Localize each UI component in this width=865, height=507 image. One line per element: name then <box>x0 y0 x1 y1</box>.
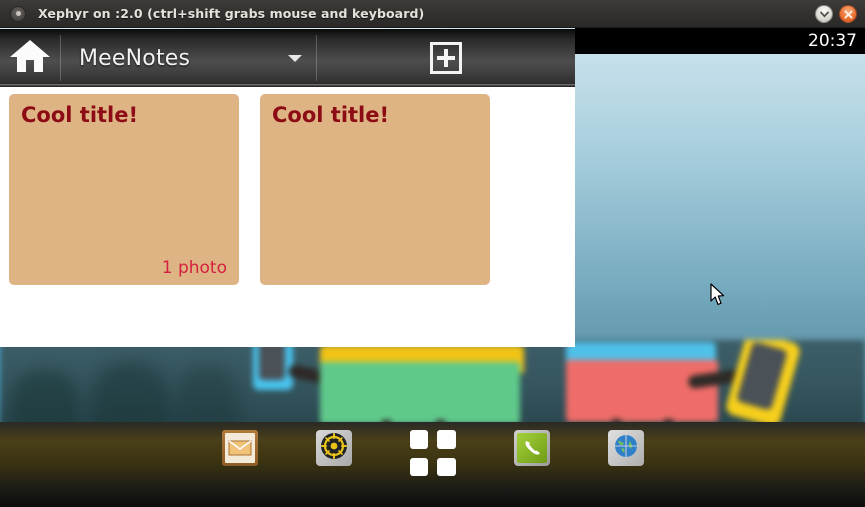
mail-envelope-icon <box>224 433 255 463</box>
app-header: MeeNotes <box>0 29 575 87</box>
plus-icon <box>437 49 455 67</box>
close-x-icon <box>843 9 853 19</box>
taskbar-item-settings[interactable] <box>315 430 352 466</box>
phone-handset-icon <box>516 433 547 463</box>
host-window-titlebar: Xephyr on :2.0 (ctrl+shift grabs mouse a… <box>0 0 865 28</box>
close-button[interactable] <box>839 5 857 23</box>
chevron-down-icon <box>288 54 302 62</box>
add-note-area <box>317 42 575 74</box>
taskbar-item-launcher[interactable] <box>409 430 456 476</box>
note-card[interactable]: Cool title! 1 photo <box>9 94 239 285</box>
note-title: Cool title! <box>272 103 390 127</box>
grid-four-squares-icon <box>437 430 456 449</box>
home-icon <box>8 38 52 78</box>
meenotes-app-window: MeeNotes Cool title! 1 photo Cool title! <box>0 29 575 347</box>
home-button[interactable] <box>0 29 60 87</box>
grid-four-squares-icon <box>409 430 428 449</box>
clock-label: 20:37 <box>808 31 857 51</box>
add-note-button[interactable] <box>430 42 462 74</box>
compass-gear-icon <box>319 431 349 465</box>
status-bar: 20:37 <box>575 28 865 54</box>
app-title: MeeNotes <box>79 45 191 71</box>
minimize-button[interactable] <box>815 5 833 23</box>
taskbar-item-messaging[interactable] <box>221 430 258 466</box>
app-dot-icon <box>10 5 26 22</box>
window-controls <box>815 5 857 23</box>
taskbar-item-browser[interactable] <box>607 430 644 466</box>
notes-list: Cool title! 1 photo Cool title! <box>0 87 575 347</box>
taskbar-item-phone[interactable] <box>513 430 550 466</box>
wallpaper-shape <box>320 362 520 424</box>
grid-four-squares-icon <box>409 457 428 476</box>
app-title-dropdown[interactable]: MeeNotes <box>61 29 316 87</box>
globe-icon <box>611 431 641 465</box>
notes-row: Cool title! 1 photo Cool title! <box>9 94 575 285</box>
note-card[interactable]: Cool title! <box>260 94 490 285</box>
host-window-title: Xephyr on :2.0 (ctrl+shift grabs mouse a… <box>38 6 425 21</box>
note-photo-count: 1 photo <box>161 258 227 278</box>
taskbar <box>0 422 865 507</box>
note-title: Cool title! <box>21 103 139 127</box>
wallpaper-shape <box>566 360 718 422</box>
grid-four-squares-icon <box>437 457 456 476</box>
screen: 20:37 MeeNotes Cool title! 1 photo Cool … <box>0 0 865 507</box>
chevron-down-icon <box>819 11 829 18</box>
